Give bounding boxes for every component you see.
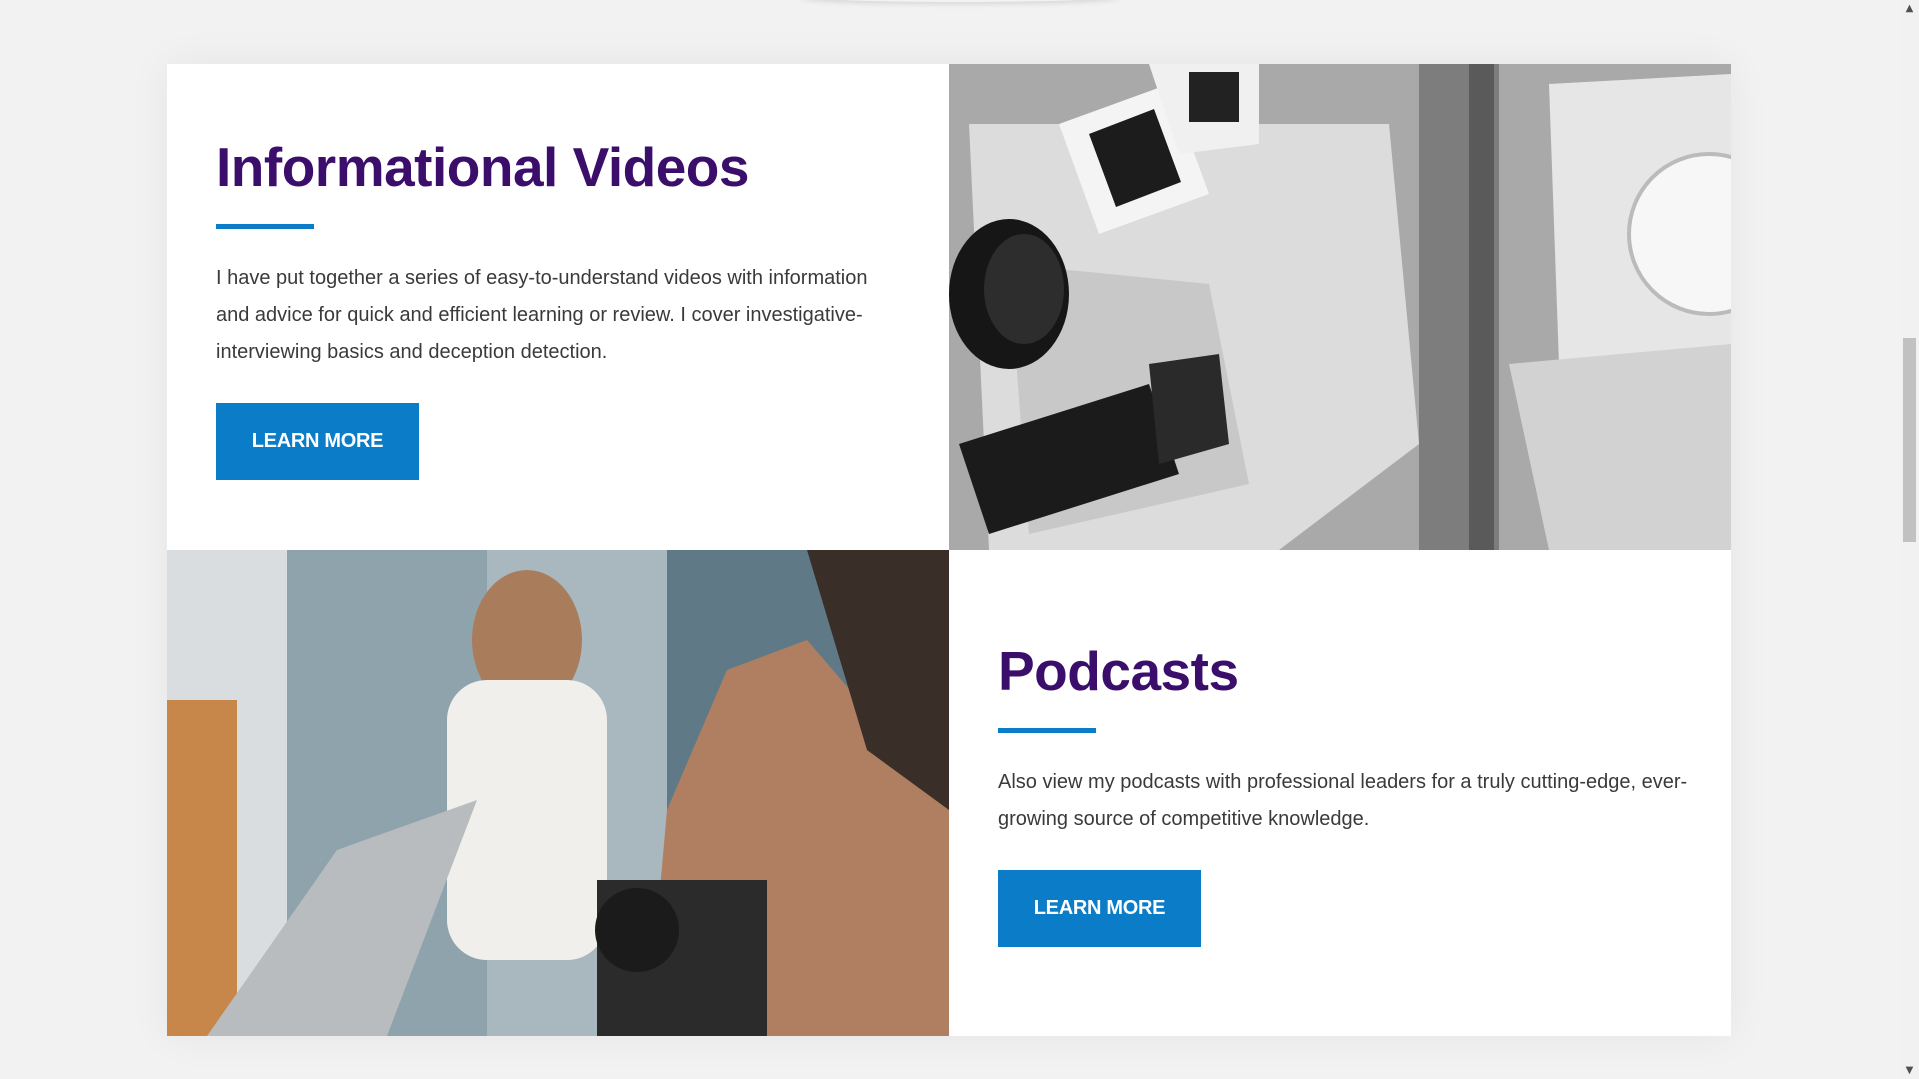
informational-videos-title: Informational Videos	[216, 136, 749, 198]
videos-learn-more-button[interactable]: LEARN MORE	[216, 403, 419, 480]
title-underline	[216, 224, 314, 229]
informational-videos-description: I have put together a series of easy-to-…	[216, 267, 868, 363]
meeting-image	[167, 550, 949, 1036]
previous-section-shadow	[800, 0, 1120, 2]
title-underline	[998, 728, 1096, 733]
podcasts-title: Podcasts	[998, 640, 1239, 702]
triangle-down-icon[interactable]: ▼	[1900, 1062, 1919, 1079]
podcasts-description: Also view my podcasts with professional …	[998, 771, 1688, 830]
content-grid: Informational Videos I have put together…	[167, 64, 1731, 1036]
podcasts-learn-more-button[interactable]: LEARN MORE	[998, 870, 1201, 947]
film-slides-image	[949, 64, 1731, 550]
triangle-up-icon[interactable]: ▲	[1900, 0, 1919, 17]
informational-videos-card: Informational Videos I have put together…	[167, 64, 949, 550]
scrollbar-thumb[interactable]	[1903, 338, 1916, 542]
meeting-photo	[167, 550, 949, 1036]
film-slides-photo	[949, 64, 1731, 550]
page: Informational Videos I have put together…	[0, 0, 1919, 1079]
podcasts-card: Podcasts Also view my podcasts with prof…	[949, 550, 1731, 1036]
vertical-scrollbar[interactable]: ▲ ▼	[1900, 0, 1919, 1079]
